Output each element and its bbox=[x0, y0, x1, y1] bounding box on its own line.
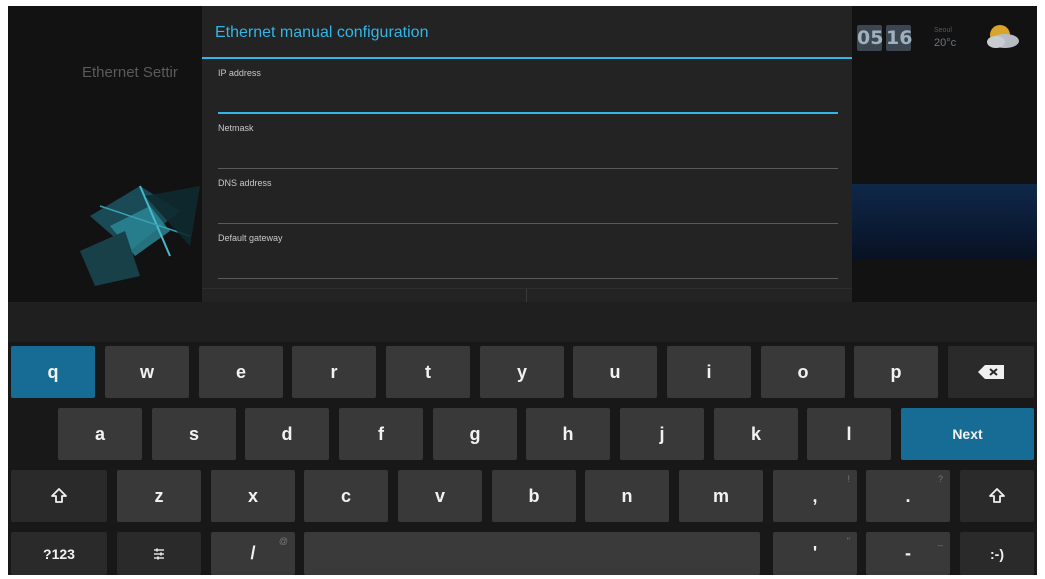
shift-key-left[interactable] bbox=[11, 470, 107, 522]
key-apostrophe-hint: " bbox=[846, 536, 850, 546]
key-period[interactable]: . ? bbox=[866, 470, 950, 522]
key-period-hint: ? bbox=[937, 474, 943, 484]
background-screen-title: Ethernet Settir bbox=[82, 64, 178, 81]
key-y[interactable]: y bbox=[480, 346, 564, 398]
key-g[interactable]: g bbox=[433, 408, 517, 460]
key-slash[interactable]: / @ bbox=[211, 532, 295, 575]
key-u[interactable]: u bbox=[573, 346, 657, 398]
dialog-button-separator bbox=[526, 289, 527, 302]
key-slash-label: / bbox=[250, 543, 256, 563]
keyboard-settings-icon bbox=[152, 547, 166, 561]
key-apostrophe[interactable]: ' " bbox=[773, 532, 857, 575]
key-z[interactable]: z bbox=[117, 470, 201, 522]
weather-temperature: 20°c bbox=[934, 37, 957, 49]
key-period-label: . bbox=[905, 485, 911, 506]
key-comma[interactable]: , ! bbox=[773, 470, 857, 522]
netmask-field: Netmask bbox=[218, 123, 842, 169]
key-n[interactable]: n bbox=[585, 470, 669, 522]
default-gateway-label: Default gateway bbox=[218, 233, 283, 243]
key-o[interactable]: o bbox=[761, 346, 845, 398]
key-f[interactable]: f bbox=[339, 408, 423, 460]
key-v[interactable]: v bbox=[398, 470, 482, 522]
default-gateway-field: Default gateway bbox=[218, 233, 842, 279]
keyboard-settings-key[interactable] bbox=[117, 532, 201, 575]
dialog-title: Ethernet manual configuration bbox=[215, 24, 429, 41]
dialog-button-bar-divider bbox=[202, 288, 852, 289]
dns-address-input[interactable] bbox=[218, 194, 838, 224]
backspace-icon bbox=[978, 365, 1004, 379]
key-q[interactable]: q bbox=[11, 346, 95, 398]
ethernet-config-dialog: Ethernet manual configuration IP address… bbox=[202, 6, 852, 302]
tv-screen: Ethernet Settir 05 16 Seoul 20°c Etherne… bbox=[8, 6, 1037, 575]
key-e[interactable]: e bbox=[199, 346, 283, 398]
ip-address-field: IP address bbox=[218, 68, 842, 114]
weather-readout: Seoul 20°c bbox=[934, 24, 956, 50]
key-x[interactable]: x bbox=[211, 470, 295, 522]
clock-hours: 05 bbox=[857, 25, 884, 51]
netmask-label: Netmask bbox=[218, 123, 254, 133]
key-w[interactable]: w bbox=[105, 346, 189, 398]
key-h[interactable]: h bbox=[526, 408, 610, 460]
clock-minutes: 16 bbox=[886, 25, 913, 51]
cloud-sun-icon bbox=[978, 22, 1026, 52]
key-s[interactable]: s bbox=[152, 408, 236, 460]
smiley-key[interactable]: :-) bbox=[960, 532, 1034, 575]
space-bar[interactable] bbox=[304, 532, 760, 575]
key-c[interactable]: c bbox=[304, 470, 388, 522]
dialog-title-divider bbox=[202, 57, 852, 59]
key-dash-label: - bbox=[905, 543, 911, 563]
keyboard-suggestion-strip bbox=[8, 302, 1037, 342]
dns-address-field: DNS address bbox=[218, 178, 842, 224]
background-artwork bbox=[70, 156, 210, 296]
key-d[interactable]: d bbox=[245, 408, 329, 460]
key-comma-hint: ! bbox=[847, 474, 850, 484]
key-t[interactable]: t bbox=[386, 346, 470, 398]
shift-arrow-icon bbox=[51, 488, 67, 504]
weather-location: Seoul bbox=[934, 27, 952, 34]
key-r[interactable]: r bbox=[292, 346, 376, 398]
backspace-key[interactable] bbox=[948, 346, 1034, 398]
key-comma-label: , bbox=[812, 485, 818, 506]
key-l[interactable]: l bbox=[807, 408, 891, 460]
key-p[interactable]: p bbox=[854, 346, 938, 398]
ip-address-input[interactable] bbox=[218, 84, 838, 114]
symbols-key[interactable]: ?123 bbox=[11, 532, 107, 575]
key-slash-hint: @ bbox=[278, 536, 288, 546]
dns-address-label: DNS address bbox=[218, 178, 272, 188]
key-m[interactable]: m bbox=[679, 470, 763, 522]
key-dash[interactable]: - _ bbox=[866, 532, 950, 575]
shift-key-right[interactable] bbox=[960, 470, 1034, 522]
netmask-input[interactable] bbox=[218, 139, 838, 169]
onscreen-keyboard: q w e r t y u i o p a s d f g h j k l Ne… bbox=[8, 302, 1037, 575]
key-apostrophe-label: ' bbox=[812, 543, 818, 563]
key-k[interactable]: k bbox=[714, 408, 798, 460]
ip-address-label: IP address bbox=[218, 68, 261, 78]
key-j[interactable]: j bbox=[620, 408, 704, 460]
default-gateway-input[interactable] bbox=[218, 249, 838, 279]
key-i[interactable]: i bbox=[667, 346, 751, 398]
key-dash-hint: _ bbox=[937, 536, 943, 546]
clock: 05 16 bbox=[857, 25, 913, 51]
background-panel bbox=[852, 184, 1037, 259]
key-a[interactable]: a bbox=[58, 408, 142, 460]
shift-arrow-icon bbox=[989, 488, 1005, 504]
key-b[interactable]: b bbox=[492, 470, 576, 522]
next-button[interactable]: Next bbox=[901, 408, 1034, 460]
